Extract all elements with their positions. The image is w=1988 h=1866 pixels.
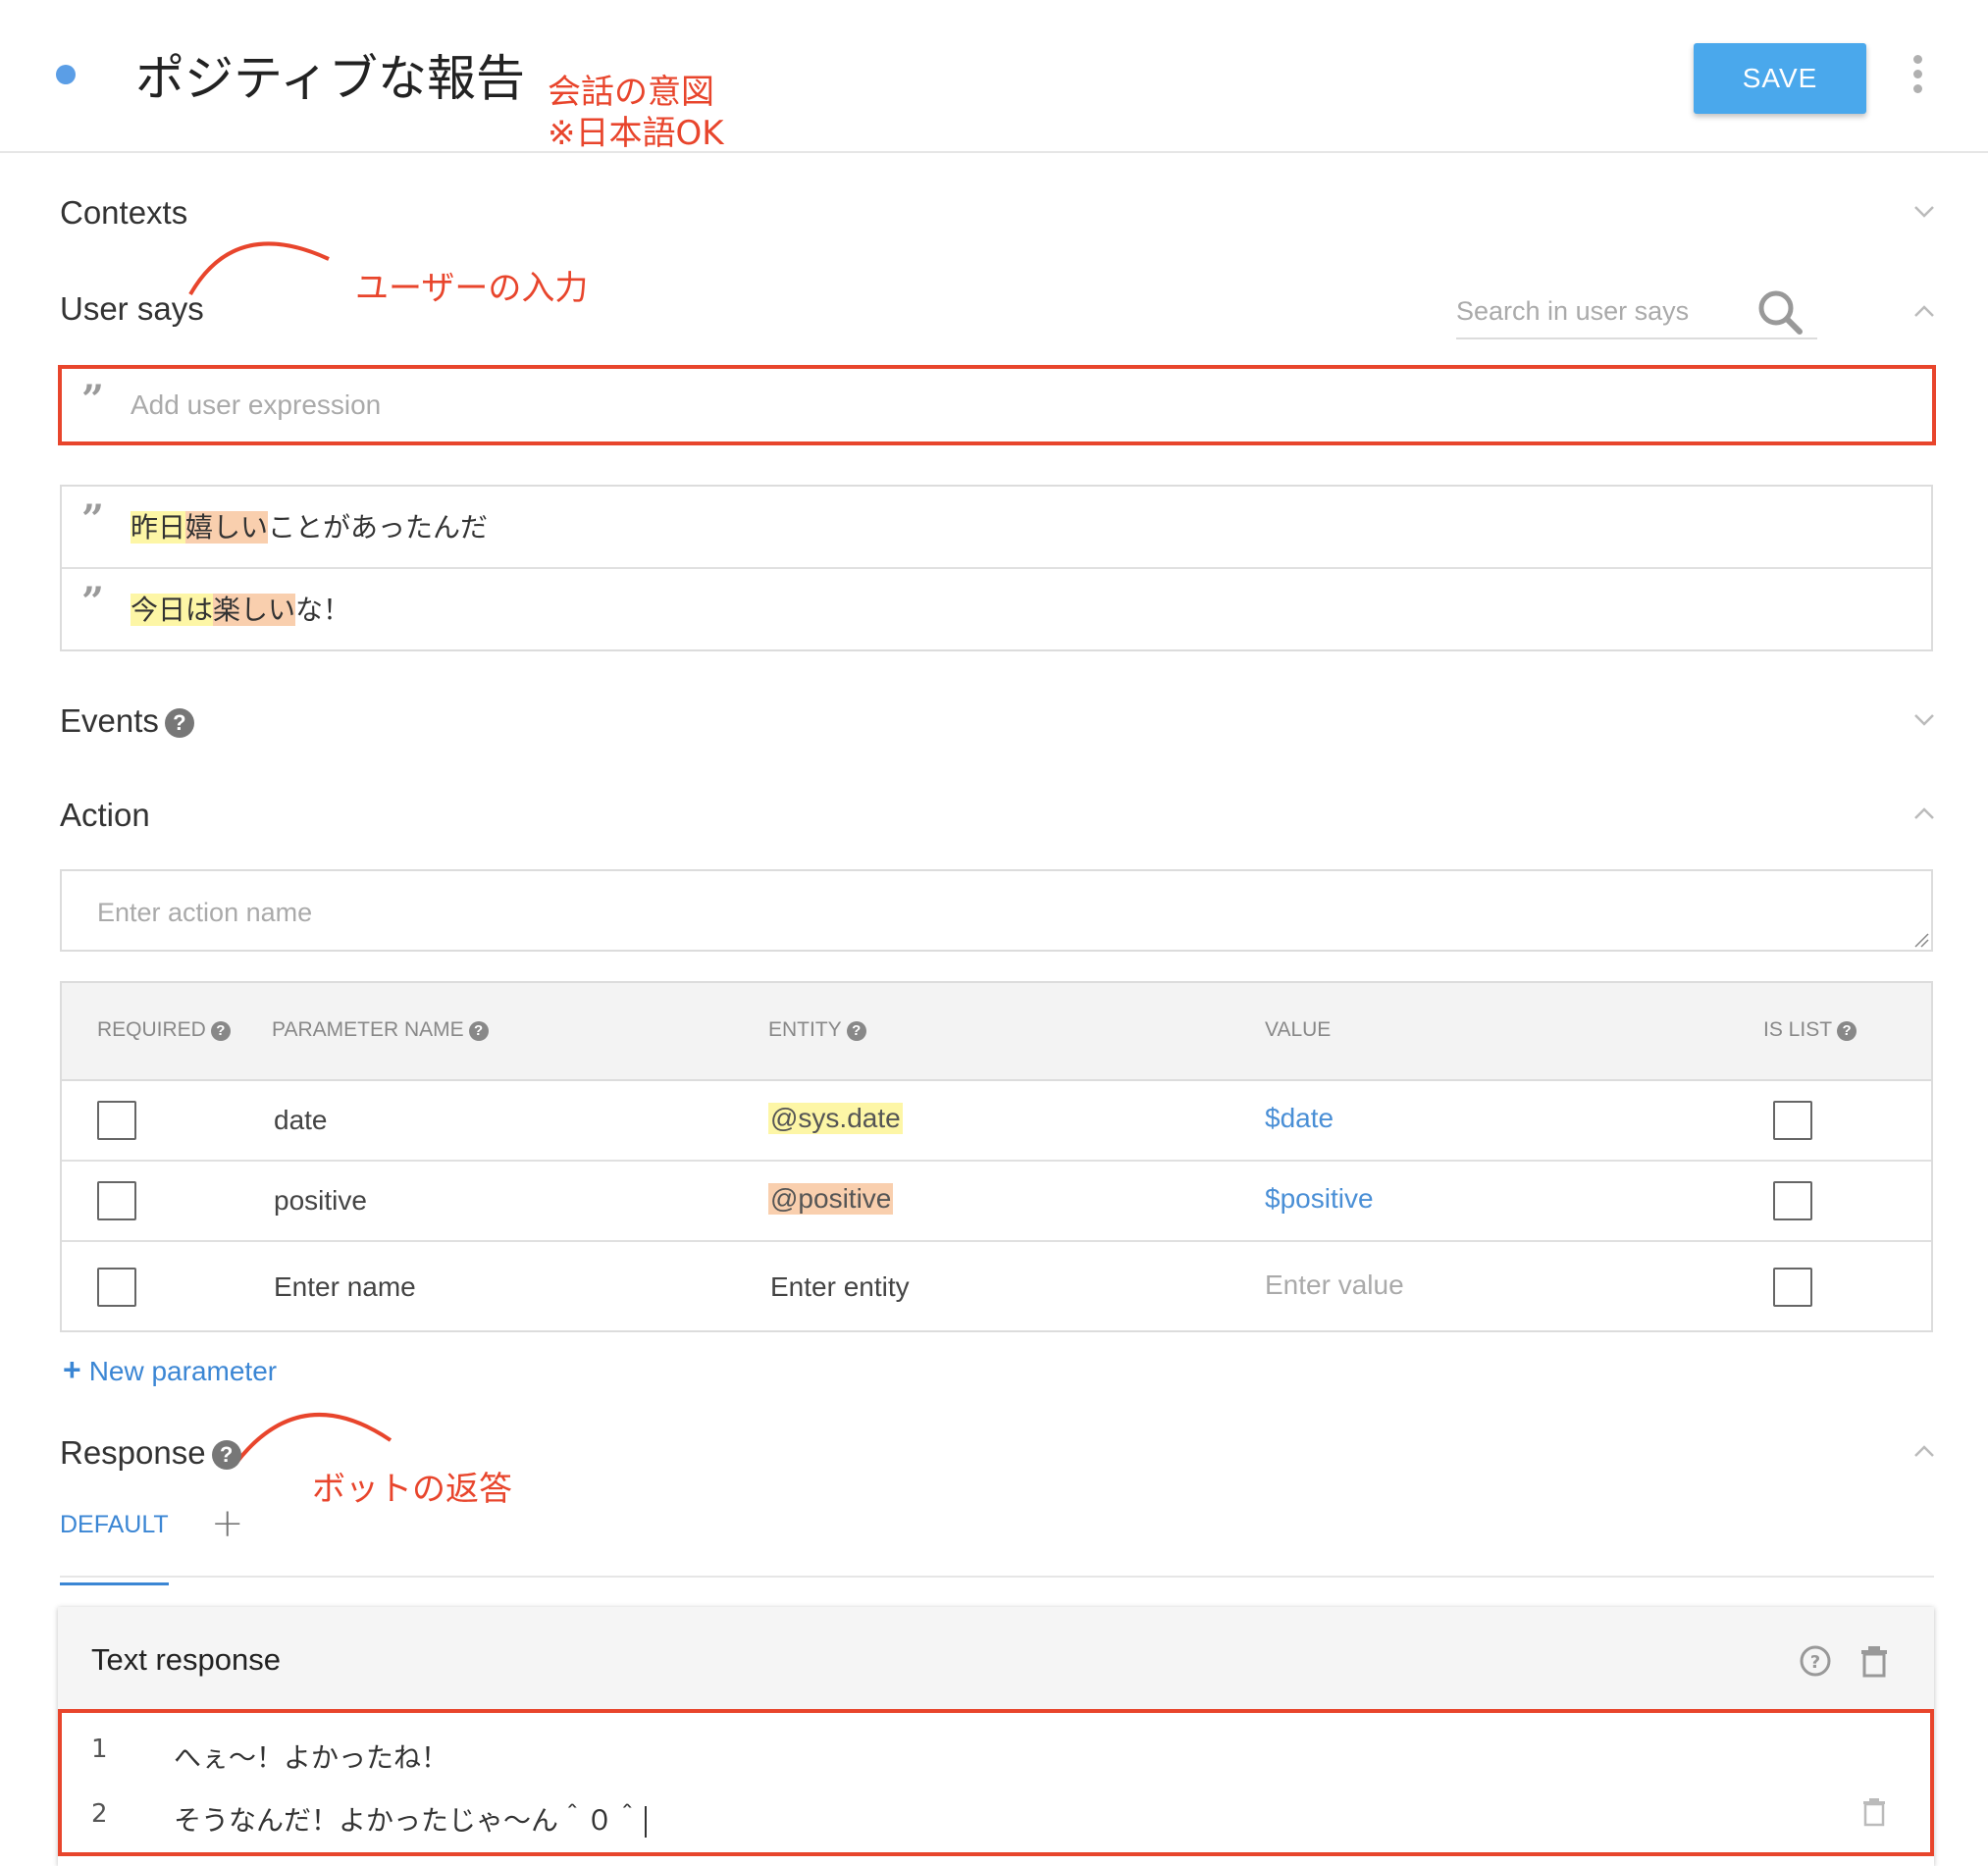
trash-icon[interactable] — [1859, 1644, 1889, 1678]
intent-title[interactable]: ポジティブな報告 — [135, 39, 525, 110]
add-expression-box: ” — [58, 365, 1936, 445]
list-item[interactable]: ” 今日は楽しいな！ — [62, 569, 1931, 651]
chevron-up-icon[interactable] — [1911, 298, 1937, 324]
user-expressions-list: ” 昨日嬉しいことがあったんだ ” 今日は楽しいな！ — [60, 485, 1933, 651]
expression-text[interactable]: 昨日嬉しいことがあったんだ — [131, 506, 488, 545]
action-title[interactable]: Action — [60, 797, 150, 834]
text-response-header: Text response ? — [58, 1607, 1934, 1709]
new-parameter-value-input[interactable]: Enter value — [1265, 1270, 1404, 1301]
annotation-arrow — [234, 1413, 392, 1466]
more-vert-icon[interactable] — [1908, 55, 1927, 98]
chevron-down-icon[interactable] — [1911, 706, 1937, 732]
resize-grip-icon[interactable] — [1913, 932, 1929, 948]
table-row: positive @positive $positive — [62, 1162, 1931, 1242]
parameter-table: REQUIRED? PARAMETER NAME? ENTITY? VALUE … — [60, 981, 1933, 1332]
help-icon: ? — [1837, 1021, 1857, 1041]
search-user-says — [1456, 286, 1817, 339]
list-item[interactable]: ” 昨日嬉しいことがあったんだ — [62, 487, 1931, 569]
parameter-table-header: REQUIRED? PARAMETER NAME? ENTITY? VALUE … — [62, 983, 1931, 1081]
quote-icon: ” — [81, 377, 105, 423]
new-parameter-name-input[interactable]: Enter name — [274, 1271, 416, 1303]
new-parameter-entity-input[interactable]: Enter entity — [770, 1271, 910, 1303]
expression-text[interactable]: 今日は楽しいな！ — [131, 589, 350, 628]
new-parameter-link[interactable]: + New parameter — [63, 1352, 277, 1388]
parameter-value[interactable]: $date — [1265, 1103, 1334, 1134]
quote-icon: ” — [81, 579, 105, 625]
tab-default[interactable]: DEFAULT — [60, 1511, 169, 1585]
required-checkbox[interactable] — [97, 1181, 136, 1220]
text-response-title: Text response — [91, 1642, 281, 1677]
chevron-down-icon[interactable] — [1911, 198, 1937, 224]
required-checkbox[interactable] — [97, 1268, 136, 1307]
user-says-title[interactable]: User says — [60, 290, 204, 328]
is-list-checkbox[interactable] — [1773, 1181, 1812, 1220]
column-entity: ENTITY? — [768, 1018, 866, 1042]
intent-header: ポジティブな報告 SAVE — [0, 0, 1988, 153]
chevron-up-icon[interactable] — [1911, 801, 1937, 826]
column-is-list: IS LIST? — [1763, 1018, 1857, 1042]
status-dot-icon — [56, 65, 76, 84]
trash-icon[interactable] — [1861, 1797, 1887, 1827]
help-icon[interactable]: ? — [164, 708, 194, 739]
response-tabs: DEFAULT + — [60, 1501, 1934, 1585]
add-tab-plus-icon[interactable]: + — [211, 1501, 244, 1546]
parameter-entity[interactable]: @positive — [768, 1183, 894, 1215]
annotation-arrow — [188, 241, 330, 295]
search-input[interactable] — [1456, 286, 1751, 336]
parameter-name[interactable]: positive — [274, 1185, 367, 1217]
is-list-checkbox[interactable] — [1773, 1268, 1812, 1307]
parameter-name[interactable]: date — [274, 1105, 328, 1136]
column-parameter-name: PARAMETER NAME? — [272, 1018, 489, 1042]
column-value: VALUE — [1265, 1018, 1332, 1041]
help-icon: ? — [210, 1021, 231, 1041]
contexts-title[interactable]: Contexts — [60, 194, 187, 232]
annotation-user-input: ユーザーの入力 — [355, 269, 589, 308]
table-row: date @sys.date $date — [62, 1081, 1931, 1162]
chevron-up-icon[interactable] — [1911, 1438, 1937, 1464]
response-line[interactable]: そうなんだ！よかったじゃ〜ん＾０＾ — [174, 1799, 648, 1839]
action-name-input[interactable] — [97, 891, 1863, 934]
parameter-value[interactable]: $positive — [1265, 1183, 1374, 1215]
text-response-card: Text response ? 1 へぇ〜！よかったね！ 2 そうなんだ！よかっ… — [58, 1607, 1934, 1866]
quote-icon: ” — [81, 496, 105, 543]
is-list-checkbox[interactable] — [1773, 1101, 1812, 1140]
table-row-new: Enter name Enter entity Enter value — [62, 1242, 1931, 1332]
help-icon: ? — [846, 1021, 866, 1041]
add-user-expression-input[interactable] — [131, 381, 1799, 430]
help-outline-icon[interactable]: ? — [1799, 1644, 1832, 1678]
line-number: 2 — [91, 1799, 108, 1829]
response-line[interactable]: へぇ〜！よかったね！ — [174, 1736, 448, 1776]
parameter-entity[interactable]: @sys.date — [768, 1103, 903, 1134]
action-name-box — [60, 869, 1933, 952]
save-button[interactable]: SAVE — [1694, 43, 1866, 114]
plus-icon: + — [63, 1352, 81, 1387]
annotation-japanese-ok: ※日本語OK — [548, 114, 724, 153]
help-icon: ? — [468, 1021, 489, 1041]
help-icon[interactable]: ? — [211, 1440, 241, 1471]
response-title[interactable]: Response? — [60, 1434, 241, 1472]
svg-text:?: ? — [1810, 1652, 1820, 1673]
column-required: REQUIRED? — [97, 1018, 231, 1042]
text-response-lines: 1 へぇ〜！よかったね！ 2 そうなんだ！よかったじゃ〜ん＾０＾ — [58, 1709, 1934, 1856]
search-icon[interactable] — [1754, 286, 1805, 337]
line-number: 1 — [91, 1735, 108, 1764]
required-checkbox[interactable] — [97, 1101, 136, 1140]
events-title[interactable]: Events? — [60, 702, 194, 740]
